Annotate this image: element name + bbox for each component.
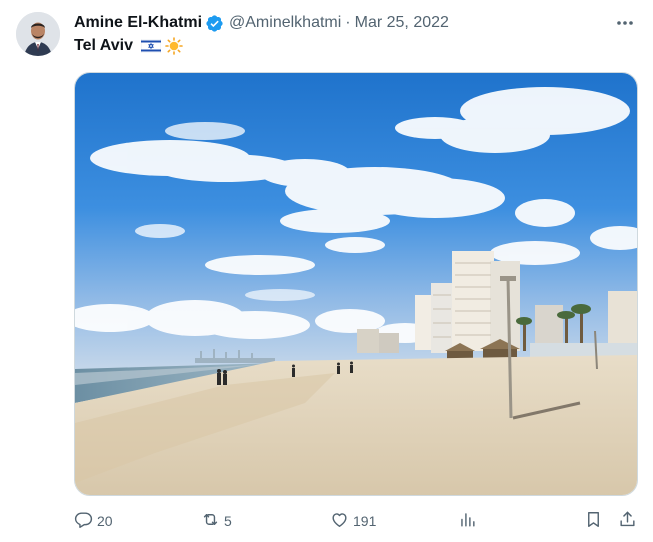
author-handle[interactable]: @Aminelkhatmi xyxy=(229,14,341,32)
reply-icon xyxy=(74,510,93,532)
heart-icon xyxy=(330,510,349,532)
tweet-text-content: Tel Aviv xyxy=(74,37,133,54)
retweet-icon xyxy=(201,510,220,532)
bookmark-icon xyxy=(584,510,603,532)
tweet-text: Tel Aviv xyxy=(74,37,183,55)
author-name[interactable]: Amine El-Khatmi xyxy=(74,14,202,32)
like-button[interactable]: 191 xyxy=(330,510,376,532)
retweet-button[interactable]: 5 xyxy=(201,510,232,532)
action-bar: 20 5 191 xyxy=(74,510,637,532)
more-options-icon[interactable] xyxy=(613,12,637,34)
views-button[interactable] xyxy=(458,510,477,532)
views-chart-icon xyxy=(458,510,477,532)
tweet-photo[interactable] xyxy=(74,72,638,496)
separator-dot: · xyxy=(345,14,351,31)
share-icon xyxy=(618,510,637,532)
retweet-count: 5 xyxy=(224,513,232,529)
reply-button[interactable]: 20 xyxy=(74,510,113,532)
verified-badge-icon xyxy=(205,14,224,33)
reply-count: 20 xyxy=(97,513,113,529)
avatar[interactable] xyxy=(16,12,60,56)
sun-icon xyxy=(165,37,183,55)
tweet-date[interactable]: Mar 25, 2022 xyxy=(355,14,449,32)
tweet-header: Amine El-Khatmi @Aminelkhatmi · Mar 25, … xyxy=(74,12,637,34)
israel-flag-icon xyxy=(140,38,162,54)
bookmark-button[interactable] xyxy=(584,510,603,532)
like-count: 191 xyxy=(353,513,377,529)
share-button[interactable] xyxy=(618,510,637,532)
